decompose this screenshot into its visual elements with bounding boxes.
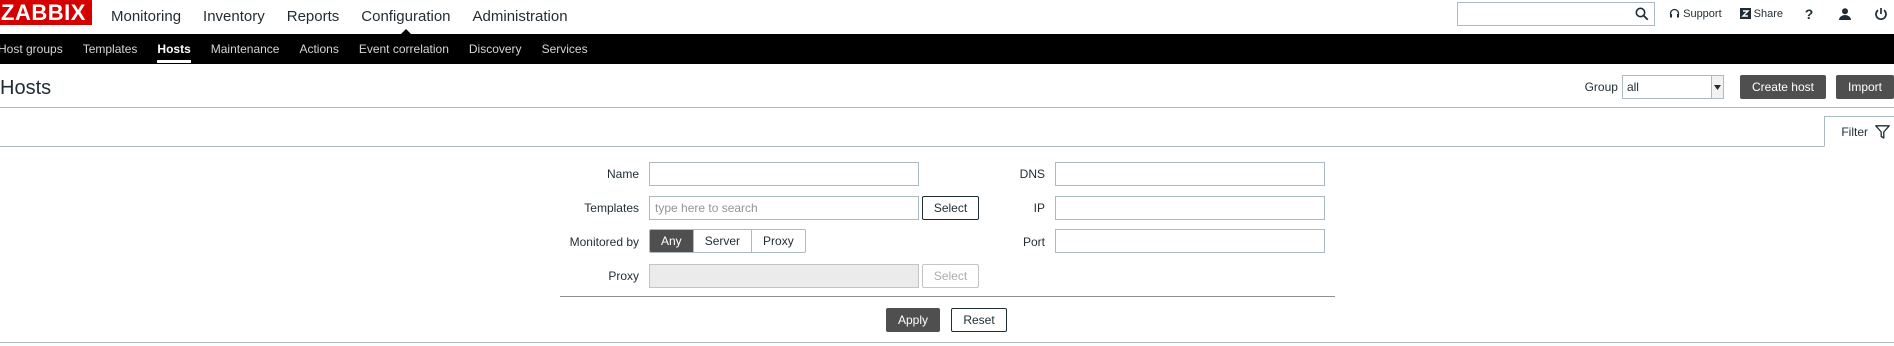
name-input[interactable]: [649, 162, 919, 186]
filter-tab[interactable]: Filter: [1824, 116, 1894, 147]
top-header: ZABBIX Monitoring Inventory Reports Conf…: [0, 0, 1894, 36]
proxy-label: Proxy: [608, 269, 639, 283]
templates-label: Templates: [584, 201, 639, 215]
sub-nav: Host groups Templates Hosts Maintenance …: [0, 34, 1894, 64]
create-host-button[interactable]: Create host: [1739, 75, 1826, 99]
nav-monitoring[interactable]: Monitoring: [100, 3, 192, 30]
filter-icon: [1875, 124, 1890, 139]
templates-input[interactable]: [649, 196, 919, 220]
user-profile-icon[interactable]: [1837, 6, 1853, 22]
support-label: Support: [1683, 7, 1722, 20]
global-search: [1457, 1, 1656, 26]
templates-select-button[interactable]: Select: [922, 196, 979, 220]
help-icon[interactable]: ?: [1801, 6, 1817, 22]
support-link[interactable]: Support: [1669, 8, 1722, 20]
subnav-services[interactable]: Services: [532, 34, 598, 64]
proxy-select-button: Select: [922, 264, 979, 288]
page-title: Hosts: [0, 77, 52, 99]
page-header-divider: [0, 107, 1894, 108]
group-label: Group: [1584, 80, 1618, 94]
port-label: Port: [1022, 235, 1045, 249]
subnav-actions[interactable]: Actions: [289, 34, 348, 64]
power-icon: [1875, 7, 1887, 20]
proxy-input: [649, 264, 919, 288]
nav-reports[interactable]: Reports: [276, 3, 351, 30]
subnav-discovery[interactable]: Discovery: [459, 34, 532, 64]
subnav-hosts[interactable]: Hosts: [147, 34, 200, 64]
headset-icon: [1669, 8, 1680, 18]
port-input[interactable]: [1055, 229, 1325, 253]
ip-input[interactable]: [1055, 196, 1325, 220]
filter-form-divider: [560, 296, 1335, 297]
header-right: Support Share ?: [1457, 0, 1894, 27]
monitored-by-toggle: Any Server Proxy: [649, 229, 806, 253]
monitored-by-server[interactable]: Server: [692, 230, 752, 252]
dns-input[interactable]: [1055, 162, 1325, 186]
monitored-by-any[interactable]: Any: [650, 230, 693, 252]
global-search-input[interactable]: [1458, 2, 1655, 25]
dns-label: DNS: [1019, 167, 1045, 181]
apply-button[interactable]: Apply: [886, 308, 940, 332]
zabbix-logo[interactable]: ZABBIX: [0, 0, 92, 25]
filter-bottom-border: [0, 342, 1894, 343]
dropdown-arrow-icon: [1710, 76, 1723, 98]
group-select-value: all: [1626, 80, 1639, 94]
subnav-host-groups[interactable]: Host groups: [0, 34, 73, 64]
subnav-maintenance[interactable]: Maintenance: [201, 34, 290, 64]
reset-button[interactable]: Reset: [951, 308, 1007, 332]
subnav-event-correlation[interactable]: Event correlation: [349, 34, 459, 64]
user-icon: [1839, 7, 1851, 20]
monitored-by-proxy[interactable]: Proxy: [751, 230, 805, 252]
name-label: Name: [606, 167, 639, 181]
import-button[interactable]: Import: [1835, 75, 1894, 99]
main-nav: Monitoring Inventory Reports Configurati…: [100, 0, 579, 36]
filter-top-border: [0, 146, 1894, 147]
filter-tab-label: Filter: [1841, 124, 1868, 139]
subnav-templates[interactable]: Templates: [73, 34, 148, 64]
page-controls: Group all Create host Import: [1585, 75, 1894, 99]
share-z-icon: [1739, 8, 1751, 19]
share-link[interactable]: Share: [1739, 7, 1783, 20]
group-select[interactable]: all: [1621, 75, 1724, 99]
ip-label: IP: [1033, 201, 1045, 215]
search-icon[interactable]: [1635, 7, 1649, 21]
nav-inventory[interactable]: Inventory: [192, 3, 276, 30]
sign-out-icon[interactable]: [1873, 6, 1889, 22]
nav-configuration[interactable]: Configuration: [350, 3, 461, 36]
share-label: Share: [1753, 7, 1783, 20]
monitored-by-label: Monitored by: [569, 235, 639, 249]
help-label: ?: [1804, 5, 1814, 22]
nav-administration[interactable]: Administration: [462, 3, 579, 30]
